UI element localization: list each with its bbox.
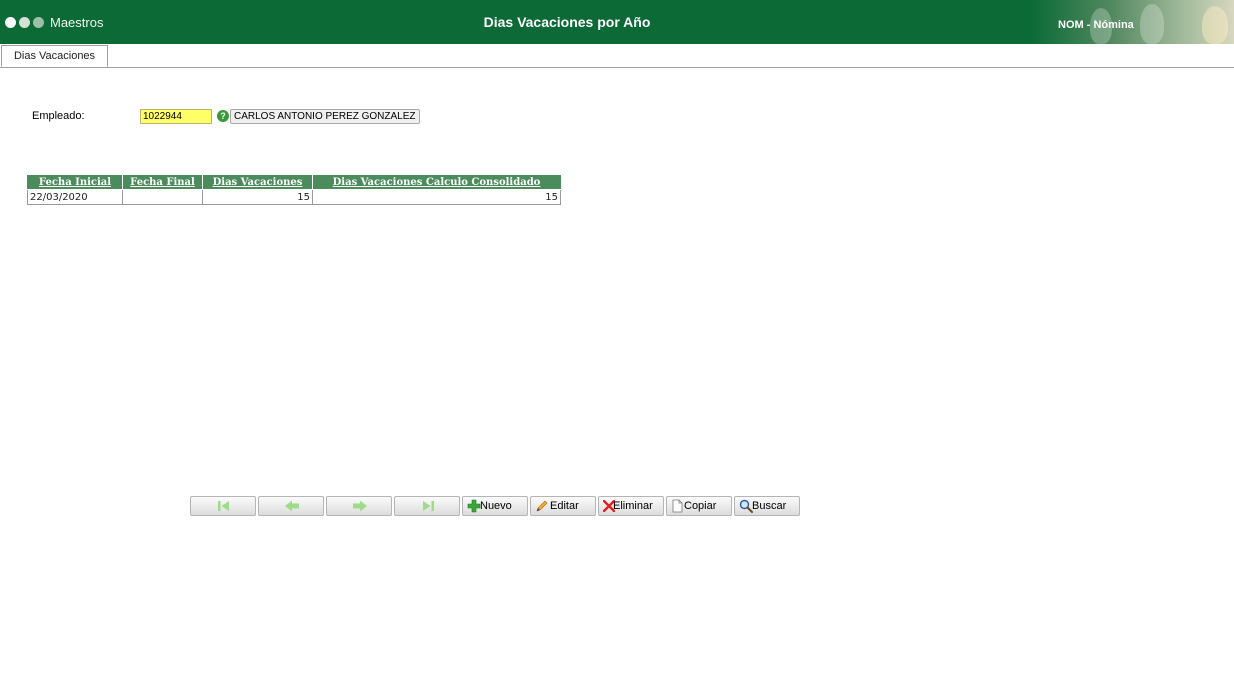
previous-arrow-icon [285, 500, 299, 512]
cell-dias-vacaciones: 15 [202, 189, 313, 205]
employee-code-input[interactable] [140, 109, 212, 124]
magnifier-icon [739, 499, 753, 513]
tab-dias-vacaciones[interactable]: Dias Vacaciones [1, 45, 108, 67]
copy-document-icon [672, 499, 683, 513]
buscar-label: Buscar [752, 500, 787, 512]
app-header: Maestros Dias Vacaciones por Año NOM - N… [0, 0, 1234, 44]
first-page-icon [218, 501, 229, 511]
vacation-days-table: Fecha Inicial Fecha Final Dias Vacacione… [27, 175, 561, 205]
pencil-icon [536, 500, 548, 512]
column-header-fecha-final[interactable]: Fecha Final [122, 175, 203, 190]
nuevo-button[interactable]: Nuevo [462, 496, 528, 516]
cell-dias-consolidado: 15 [312, 189, 561, 205]
column-header-fecha-inicial[interactable]: Fecha Inicial [27, 175, 123, 190]
employee-label: Empleado: [32, 110, 85, 122]
editar-button[interactable]: Editar [530, 496, 596, 516]
buscar-button[interactable]: Buscar [734, 496, 800, 516]
last-record-button[interactable] [394, 496, 460, 516]
plus-icon [467, 499, 481, 513]
column-header-dias-vacaciones[interactable]: Dias Vacaciones [202, 175, 313, 190]
cell-fecha-inicial: 22/03/2020 [27, 189, 123, 205]
table-row[interactable]: 22/03/2020 15 15 [27, 189, 561, 205]
last-page-icon [423, 501, 434, 511]
tab-bar: Dias Vacaciones [0, 44, 1234, 68]
next-record-button[interactable] [326, 496, 392, 516]
nuevo-label: Nuevo [480, 500, 512, 512]
question-icon[interactable]: ? [217, 110, 229, 122]
next-arrow-icon [353, 500, 367, 512]
employee-name-button[interactable]: CARLOS ANTONIO PEREZ GONZALEZ [230, 109, 420, 124]
previous-record-button[interactable] [258, 496, 324, 516]
editar-label: Editar [550, 500, 579, 512]
eliminar-label: Eliminar [613, 500, 653, 512]
copiar-button[interactable]: Copiar [666, 496, 732, 516]
module-label: NOM - Nómina [1058, 19, 1134, 31]
page-title: Dias Vacaciones por Año [483, 14, 651, 30]
eliminar-button[interactable]: Eliminar [598, 496, 664, 516]
table-header-row: Fecha Inicial Fecha Final Dias Vacacione… [27, 175, 561, 190]
cell-fecha-final [122, 189, 203, 205]
first-record-button[interactable] [190, 496, 256, 516]
column-header-dias-consolidado[interactable]: Dias Vacaciones Calculo Consolidado [312, 175, 561, 190]
copiar-label: Copiar [684, 500, 717, 512]
